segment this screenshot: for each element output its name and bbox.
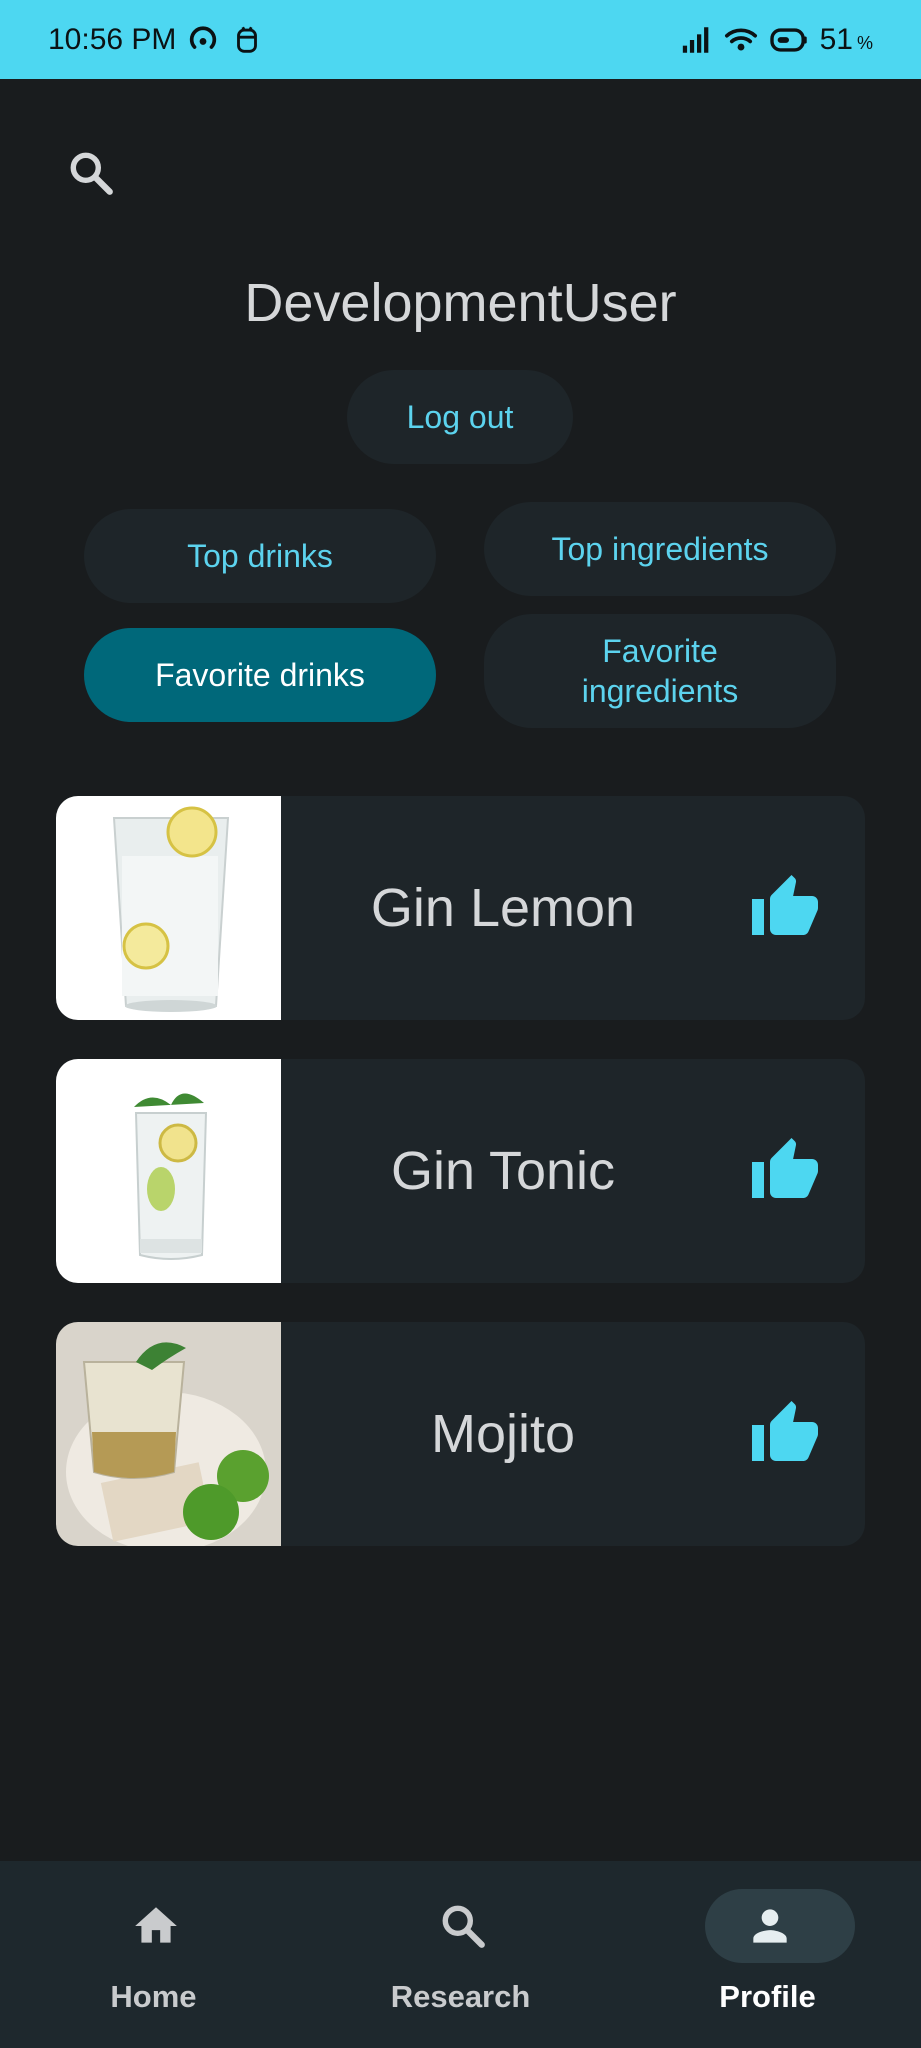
drink-image [56,1059,281,1283]
status-bar: 10:56 PM 51 % [0,0,921,79]
nav-label-profile: Profile [719,1979,816,2014]
logout-button[interactable]: Log out [347,370,573,464]
nav-item-profile[interactable]: Profile [614,1861,921,2048]
username: DevelopmentUser [244,273,677,333]
battery-icon [769,27,807,52]
nav-item-home[interactable]: Home [0,1861,307,2048]
status-time: 10:56 PM [48,22,177,56]
thumbs-up-icon[interactable] [747,1398,823,1470]
thumbs-up-icon[interactable] [747,1135,823,1207]
thumbs-up-icon[interactable] [747,872,823,944]
battery-level: 51 [819,22,853,56]
top-drinks-button[interactable]: Top drinks [84,509,436,603]
notification-icon [237,26,258,53]
search-icon [442,1905,485,1948]
drink-card[interactable]: Mojito [56,1322,865,1546]
drink-name: Gin Lemon [370,878,636,938]
nav-label-research: Research [390,1979,531,2014]
drink-name: Gin Tonic [390,1141,616,1201]
nav-item-research[interactable]: Research [307,1861,614,2048]
hotspot-icon [190,25,217,49]
home-icon [135,1907,177,1943]
drink-image [56,796,281,1020]
battery-unit: % [856,33,873,53]
search-icon[interactable] [66,148,116,198]
top-ingredients-button[interactable]: Top ingredients [484,502,836,596]
wifi-icon [724,28,757,50]
bottom-navigation: Home Research Profile [0,1861,921,2048]
favorite-ingredients-button[interactable]: Favorite ingredients [484,614,836,728]
profile-screen: 10:56 PM 51 % DevelopmentUser Log out To… [0,0,921,2048]
signal-icon [682,26,708,53]
favorite-ingredients-label: Favorite ingredients [581,633,739,709]
nav-label-home: Home [110,1979,197,2014]
favorite-drinks-button[interactable]: Favorite drinks [84,628,436,722]
drink-image [56,1322,281,1546]
person-icon [753,1909,787,1943]
drink-card[interactable]: Gin Tonic [56,1059,865,1283]
drink-card[interactable]: Gin Lemon [56,796,865,1020]
drink-name: Mojito [430,1404,576,1464]
